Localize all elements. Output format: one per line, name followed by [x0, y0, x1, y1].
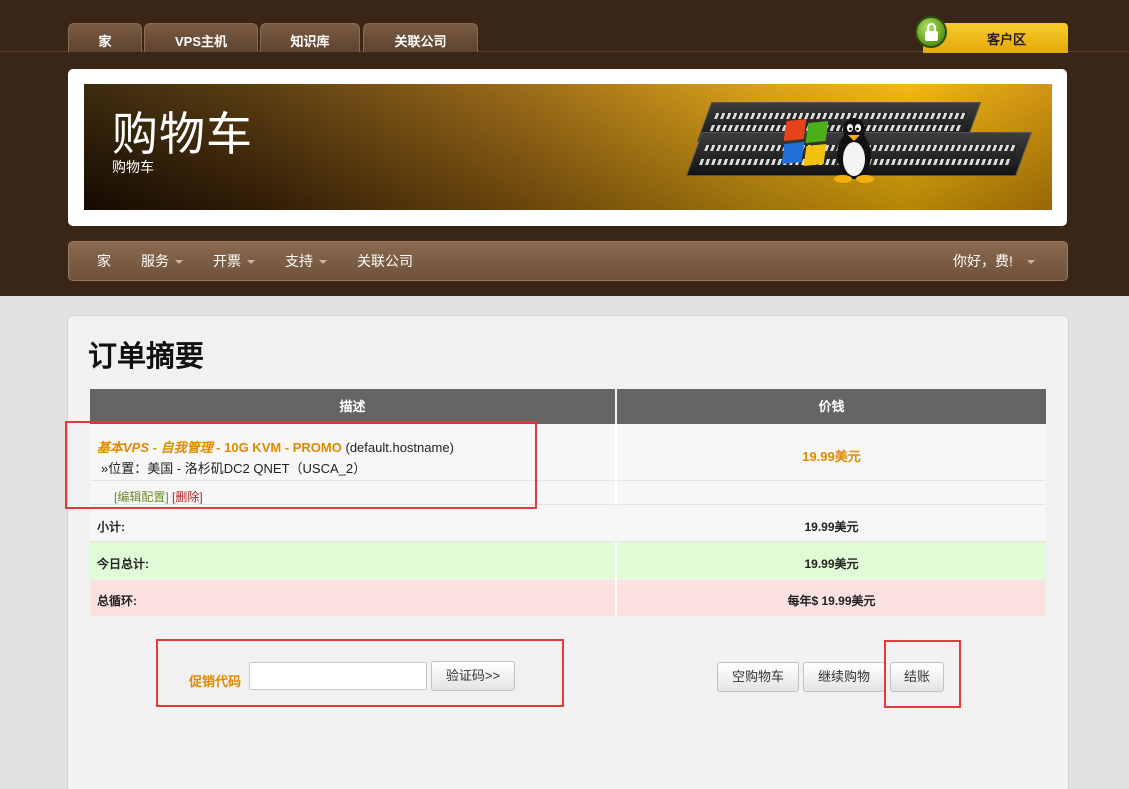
- nav-billing[interactable]: 开票: [213, 242, 255, 280]
- nav-support-label: 支持: [285, 253, 313, 269]
- product-price: 19.99美元: [802, 449, 861, 464]
- top-tab-affiliates[interactable]: 关联公司: [363, 23, 478, 52]
- column-header-price: 价钱: [617, 389, 1046, 424]
- column-header-description: 描述: [90, 389, 615, 424]
- chevron-down-icon: [1026, 260, 1035, 265]
- subtotal-label: 小计:: [97, 520, 125, 534]
- top-tab-knowledgebase[interactable]: 知识库: [260, 23, 360, 52]
- continue-shopping-button[interactable]: 继续购物: [803, 662, 885, 692]
- today-total-label: 今日总计:: [97, 557, 149, 571]
- today-total-value: 19.99美元: [804, 557, 859, 571]
- highlight-box-checkout: [884, 640, 961, 708]
- nav-support[interactable]: 支持: [285, 242, 327, 280]
- recurring-total-value: 每年$ 19.99美元: [787, 594, 876, 608]
- chevron-down-icon: [247, 260, 255, 265]
- nav-affiliates[interactable]: 关联公司: [357, 242, 413, 280]
- main-navbar: 家 服务 开票 支持 关联公司 你好，费!: [68, 241, 1068, 281]
- linux-penguin-icon: [834, 118, 874, 183]
- lock-icon: [915, 16, 947, 48]
- highlight-box-promo: [156, 639, 564, 707]
- nav-services[interactable]: 服务: [141, 242, 183, 280]
- empty-cart-button[interactable]: 空购物车: [717, 662, 799, 692]
- chevron-down-icon: [319, 260, 327, 265]
- chevron-down-icon: [175, 260, 183, 265]
- nav-billing-label: 开票: [213, 253, 241, 269]
- highlight-box-item: [65, 421, 537, 509]
- subtotal-value: 19.99美元: [804, 520, 859, 534]
- top-tab-vps[interactable]: VPS主机: [144, 23, 258, 52]
- windows-logo-icon: [781, 118, 829, 168]
- user-greeting: 你好，费!: [953, 253, 1013, 269]
- top-tab-home[interactable]: 家: [68, 23, 142, 52]
- nav-home[interactable]: 家: [97, 242, 111, 280]
- nav-services-label: 服务: [141, 253, 169, 269]
- page-title: 订单摘要: [88, 341, 205, 373]
- recurring-total-label: 总循环:: [97, 594, 137, 608]
- user-menu[interactable]: 你好，费!: [953, 242, 1035, 280]
- banner-subtitle: 购物车: [112, 159, 154, 175]
- banner-title: 购物车: [112, 107, 253, 161]
